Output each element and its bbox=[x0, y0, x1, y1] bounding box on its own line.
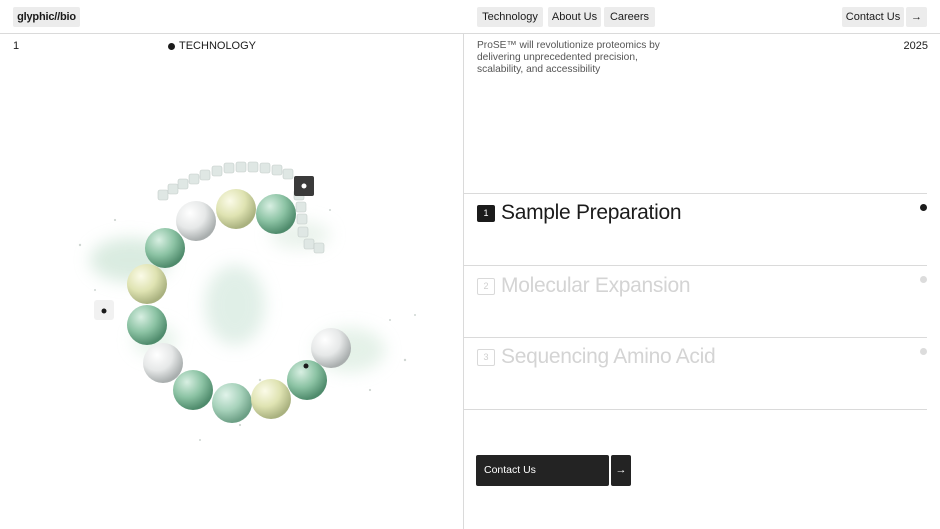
nav-about-us[interactable]: About Us bbox=[548, 7, 601, 27]
step-dot-icon bbox=[920, 204, 927, 211]
divider bbox=[463, 193, 927, 194]
vertical-divider bbox=[463, 34, 464, 529]
contact-us-cta-button[interactable]: Contact Us bbox=[476, 455, 609, 486]
contact-us-button[interactable]: Contact Us bbox=[842, 7, 904, 27]
year: 2025 bbox=[903, 40, 928, 52]
nav-technology[interactable]: Technology bbox=[477, 7, 543, 27]
protein-chain-illustration bbox=[78, 161, 416, 441]
dot-icon bbox=[101, 308, 107, 314]
divider bbox=[463, 265, 927, 266]
marker-dot-icon bbox=[301, 183, 307, 189]
divider bbox=[463, 337, 927, 338]
step-number: 1 bbox=[477, 204, 495, 222]
dot-icon bbox=[303, 363, 309, 369]
step-dot-icon bbox=[920, 348, 927, 355]
step-title: Molecular Expansion bbox=[501, 274, 691, 297]
dot-icon bbox=[168, 42, 175, 50]
step-title: Sequencing Amino Acid bbox=[501, 345, 716, 368]
nav-careers[interactable]: Careers bbox=[604, 7, 655, 27]
top-navigation-bar: glyphic//bio Technology About Us Careers… bbox=[0, 0, 940, 34]
divider bbox=[463, 409, 927, 410]
section-index: 1 bbox=[13, 40, 20, 52]
tagline: ProSE™ will revolutionize proteomics by … bbox=[477, 40, 660, 75]
logo[interactable]: glyphic//bio bbox=[13, 7, 80, 27]
step-sequencing-amino-acid[interactable]: 3 Sequencing Amino Acid bbox=[477, 345, 716, 369]
arrow-right-icon[interactable]: → bbox=[611, 455, 631, 486]
section-label: TECHNOLOGY bbox=[168, 40, 256, 52]
step-number: 3 bbox=[477, 348, 495, 366]
step-sample-preparation[interactable]: 1 Sample Preparation bbox=[477, 201, 682, 225]
step-title: Sample Preparation bbox=[501, 201, 682, 224]
step-dot-icon bbox=[920, 276, 927, 283]
step-molecular-expansion[interactable]: 2 Molecular Expansion bbox=[477, 274, 691, 298]
arrow-right-icon[interactable]: → bbox=[906, 7, 927, 27]
section-label-text: TECHNOLOGY bbox=[179, 40, 257, 52]
step-number: 2 bbox=[477, 277, 495, 295]
